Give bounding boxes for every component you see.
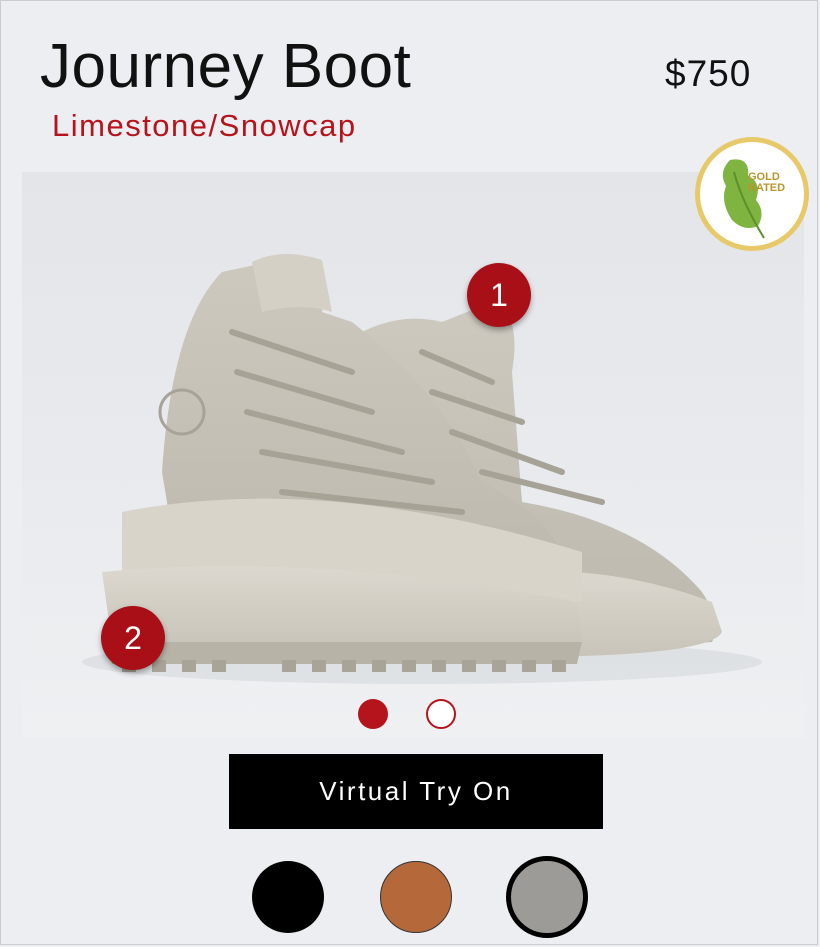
hotspot-2[interactable]: 2	[101, 606, 165, 670]
gold-rated-text: GOLD RATED	[748, 171, 786, 194]
product-colorway: Limestone/Snowcap	[52, 108, 357, 143]
virtual-try-on-button[interactable]: Virtual Try On	[229, 754, 603, 829]
color-swatch-brown[interactable]	[380, 861, 452, 933]
hotspot-1[interactable]: 1	[467, 263, 531, 327]
carousel-dot-1[interactable]	[358, 699, 388, 729]
product-title: Journey Boot	[40, 32, 412, 101]
color-swatch-grey-selected[interactable]	[506, 856, 588, 938]
gold-rated-badge: GOLD RATED	[700, 142, 804, 246]
product-price: $750	[665, 53, 752, 94]
carousel-dot-2[interactable]	[426, 699, 456, 729]
color-swatch-black[interactable]	[252, 861, 324, 933]
leaf-icon	[722, 159, 765, 239]
